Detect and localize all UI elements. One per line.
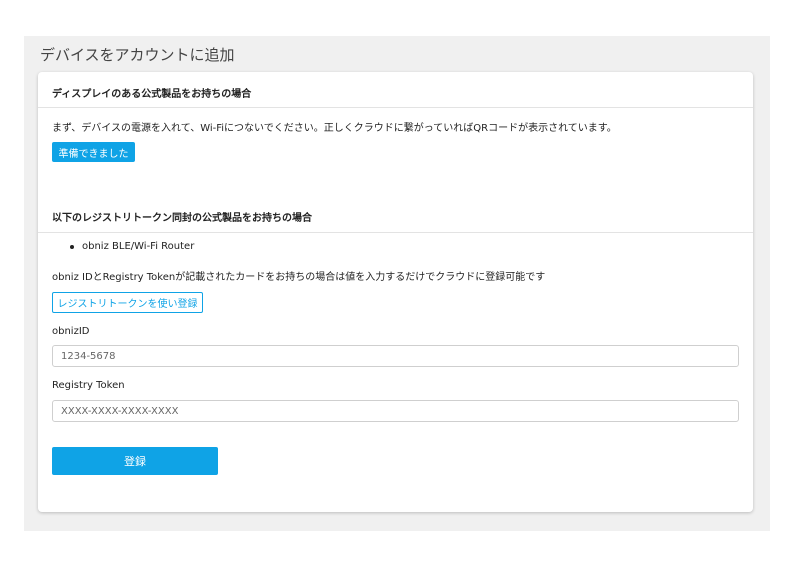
obniz-id-label: obnizID: [52, 326, 90, 337]
obniz-id-input[interactable]: [52, 345, 739, 367]
display-section-instruction: まず、デバイスの電源を入れて、Wi-Fiにつないでください。正しくクラウドに繋が…: [52, 123, 617, 134]
register-button[interactable]: 登録: [52, 447, 218, 475]
ready-button[interactable]: 準備できました: [52, 142, 135, 162]
registry-token-label: Registry Token: [52, 380, 125, 391]
product-list-item: obniz BLE/Wi-Fi Router: [70, 241, 194, 252]
section-divider: [38, 107, 753, 108]
section-divider: [38, 232, 753, 233]
display-section-heading: ディスプレイのある公式製品をお持ちの場合: [52, 89, 252, 100]
add-device-card: ディスプレイのある公式製品をお持ちの場合 まず、デバイスの電源を入れて、Wi-F…: [38, 72, 753, 512]
registry-token-input[interactable]: [52, 400, 739, 422]
token-section-heading: 以下のレジストリトークン同封の公式製品をお持ちの場合: [52, 213, 312, 224]
use-registry-token-button[interactable]: レジストリトークンを使い登録: [52, 292, 203, 313]
page-title: デバイスをアカウントに追加: [40, 46, 235, 64]
bullet-icon: [70, 244, 74, 249]
token-section-description: obniz IDとRegistry Tokenが記載されたカードをお持ちの場合は…: [52, 272, 546, 283]
product-name: obniz BLE/Wi-Fi Router: [82, 241, 195, 252]
